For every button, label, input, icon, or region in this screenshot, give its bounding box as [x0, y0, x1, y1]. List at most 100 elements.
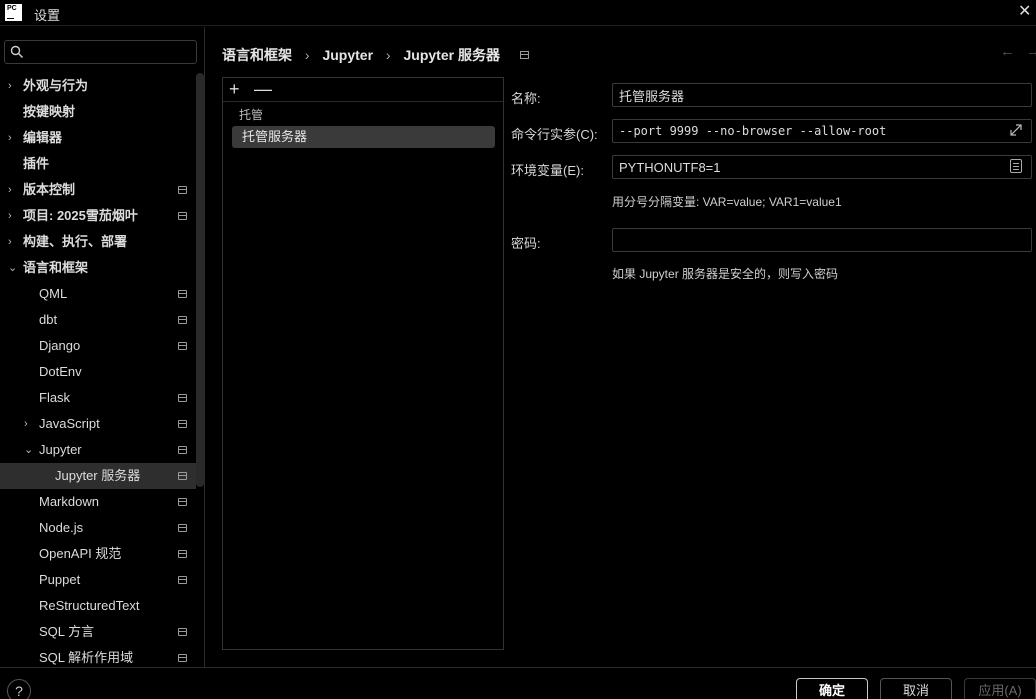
breadcrumb-item: Jupyter — [322, 47, 374, 63]
sidebar-item-label: DotEnv — [39, 364, 82, 379]
sidebar-item[interactable]: › JavaScript — [0, 411, 196, 437]
project-scope-icon — [178, 472, 187, 480]
project-scope-icon — [178, 550, 187, 558]
sidebar-item-label: Puppet — [39, 572, 81, 587]
chevron-right-icon[interactable]: › — [8, 73, 20, 99]
sidebar-item-label: 版本控制 — [23, 182, 76, 197]
ok-button[interactable]: 确定 — [796, 678, 868, 699]
sidebar-item[interactable]: DotEnv — [0, 359, 196, 385]
close-icon[interactable]: ✕ — [1018, 3, 1036, 21]
back-arrow-icon[interactable]: ← — [1000, 43, 1015, 60]
chevron-right-icon[interactable]: › — [8, 203, 20, 229]
sidebar-item-label: Django — [39, 338, 81, 353]
project-scope-icon — [178, 446, 187, 454]
search-box[interactable] — [4, 40, 197, 64]
project-scope-icon — [519, 51, 529, 59]
project-scope-icon — [178, 498, 187, 506]
project-scope-icon — [178, 654, 187, 662]
sidebar-item-label: Node.js — [39, 520, 84, 535]
sidebar-item[interactable]: OpenAPI 规范 — [0, 541, 196, 567]
edit-env-vars-icon[interactable] — [1010, 159, 1022, 173]
cmd-args-field[interactable] — [612, 119, 1032, 143]
pycharm-logo-icon: PC — [5, 4, 22, 21]
sidebar-item-label: SQL 方言 — [39, 624, 95, 639]
chevron-right-icon[interactable]: › — [8, 229, 20, 255]
server-list-item[interactable]: 托管服务器 — [232, 126, 495, 148]
chevron-right-icon[interactable]: › — [24, 411, 36, 437]
sidebar-item[interactable]: ⌄ 语言和框架 — [0, 255, 196, 281]
sidebar-item[interactable]: › 编辑器 — [0, 125, 196, 151]
sidebar-item[interactable]: › 项目: 2025雪茄烟叶 — [0, 203, 196, 229]
breadcrumb-separator: › — [385, 47, 391, 63]
project-scope-icon — [178, 524, 187, 532]
project-scope-icon — [178, 628, 187, 636]
window-title: 设置 — [34, 8, 61, 23]
sidebar-item-label: dbt — [39, 312, 58, 327]
sidebar-item[interactable]: Flask — [0, 385, 196, 411]
sidebar-item[interactable]: ⌄ Jupyter — [0, 437, 196, 463]
server-group-header: 托管 — [239, 108, 264, 122]
sidebar-item[interactable]: Jupyter 服务器 — [0, 463, 196, 489]
breadcrumb: 语言和框架 › Jupyter › Jupyter 服务器 — [222, 45, 529, 63]
sidebar-item[interactable]: Django — [0, 333, 196, 359]
env-vars-field[interactable] — [612, 155, 1032, 179]
cancel-button[interactable]: 取消 — [880, 678, 952, 699]
settings-tree: › 外观与行为 按键映射 › 编辑器 插件 › 版本控制 › 项目: 2025雪茄烟叶 › 构建、执行… — [0, 73, 196, 671]
chevron-right-icon[interactable]: › — [8, 125, 20, 151]
sidebar-item[interactable]: ReStructuredText — [0, 593, 196, 619]
sidebar-item[interactable]: 插件 — [0, 151, 196, 177]
password-field[interactable] — [612, 228, 1032, 252]
chevron-down-icon[interactable]: ⌄ — [8, 255, 20, 281]
sidebar-item-label: 按键映射 — [23, 104, 76, 119]
sidebar-item[interactable]: › 构建、执行、部署 — [0, 229, 196, 255]
chevron-right-icon[interactable]: › — [8, 177, 20, 203]
breadcrumb-separator: › — [304, 47, 310, 63]
sidebar-item-label: QML — [39, 286, 68, 301]
server-list-panel: + — 托管 托管服务器 — [222, 77, 504, 650]
sidebar-item[interactable]: dbt — [0, 307, 196, 333]
apply-button[interactable]: 应用(A) — [964, 678, 1036, 699]
env-vars-label: 环境变量(E): — [511, 163, 584, 178]
sidebar-item-label: Jupyter 服务器 — [55, 468, 141, 483]
sidebar-item-label: 插件 — [23, 156, 50, 171]
sidebar-item-label: 项目: 2025雪茄烟叶 — [23, 208, 138, 223]
project-scope-icon — [178, 186, 187, 194]
title-bar: PC 设置 ✕ — [0, 0, 1036, 26]
chevron-down-icon[interactable]: ⌄ — [24, 437, 36, 463]
sidebar-item-label: JavaScript — [39, 416, 100, 431]
sidebar-scrollbar[interactable] — [196, 73, 204, 487]
name-label: 名称: — [511, 91, 541, 106]
sidebar-item[interactable]: › 版本控制 — [0, 177, 196, 203]
env-vars-hint: 用分号分隔变量: VAR=value; VAR1=value1 — [612, 195, 842, 209]
sidebar-item-label: Flask — [39, 390, 71, 405]
breadcrumb-item: Jupyter 服务器 — [403, 47, 500, 63]
project-scope-icon — [178, 316, 187, 324]
sidebar-item[interactable]: Puppet — [0, 567, 196, 593]
sidebar-item-label: Jupyter — [39, 442, 82, 457]
project-scope-icon — [178, 290, 187, 298]
password-hint: 如果 Jupyter 服务器是安全的，则写入密码 — [612, 267, 839, 281]
sidebar-item-label: 编辑器 — [23, 130, 63, 145]
sidebar-item[interactable]: 按键映射 — [0, 99, 196, 125]
help-button[interactable]: ? — [7, 679, 31, 699]
project-scope-icon — [178, 342, 187, 350]
forward-arrow-icon[interactable]: → — [1026, 43, 1036, 60]
cmd-args-label: 命令行实参(C): — [511, 127, 598, 142]
name-field[interactable] — [612, 83, 1032, 107]
breadcrumb-item: 语言和框架 — [222, 47, 292, 63]
sidebar-item[interactable]: › 外观与行为 — [0, 73, 196, 99]
sidebar-item[interactable]: SQL 方言 — [0, 619, 196, 645]
project-scope-icon — [178, 212, 187, 220]
search-input[interactable] — [31, 43, 191, 61]
settings-sidebar: › 外观与行为 按键映射 › 编辑器 插件 › 版本控制 › 项目: 2025雪茄烟叶 › 构建、执行… — [0, 27, 205, 667]
expand-icon[interactable] — [1008, 122, 1024, 138]
sidebar-item[interactable]: Markdown — [0, 489, 196, 515]
remove-server-button[interactable]: — — [254, 79, 272, 99]
sidebar-item-label: OpenAPI 规范 — [39, 546, 122, 561]
sidebar-item[interactable]: QML — [0, 281, 196, 307]
sidebar-item-label: 外观与行为 — [23, 78, 89, 93]
project-scope-icon — [178, 420, 187, 428]
search-icon — [10, 45, 23, 58]
add-server-button[interactable]: + — [229, 79, 240, 99]
sidebar-item[interactable]: Node.js — [0, 515, 196, 541]
